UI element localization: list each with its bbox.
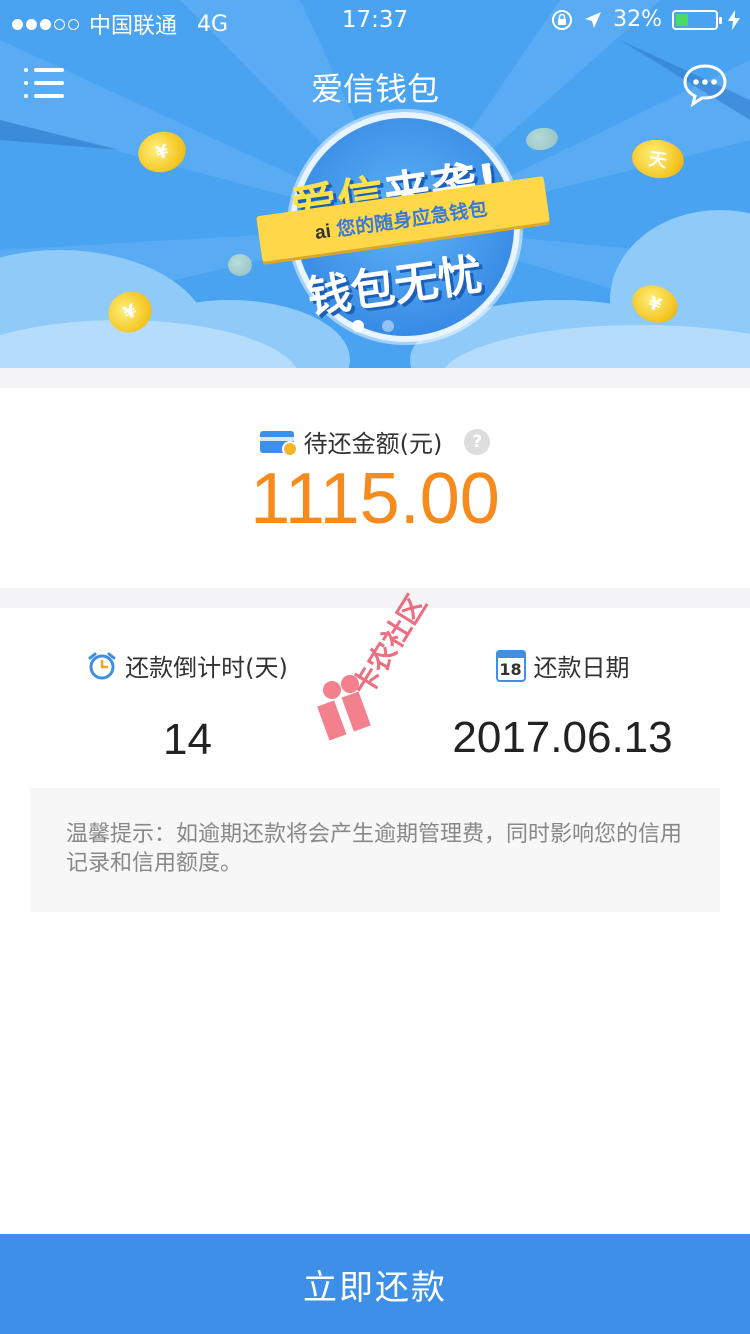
ai-logo-icon: ai <box>313 220 333 244</box>
calendar-icon: 18 <box>495 649 526 682</box>
repay-now-button[interactable]: 立即还款 <box>0 1234 750 1334</box>
amount-due-value: 1115.00 <box>250 459 500 539</box>
status-bar: 中国联通 4G 17:37 32% <box>0 0 750 40</box>
rotation-lock-icon <box>552 9 573 30</box>
watermark-logo: 卡农社区 <box>317 589 433 741</box>
countdown-label: 还款倒计时(天) <box>125 654 288 682</box>
warm-tip: 温馨提示：如逾期还款将会产生逾期管理费，同时影响您的信用记录和信用额度。 <box>30 788 720 912</box>
card-icon <box>259 430 298 457</box>
amount-due-header: 待还金额(元) ? <box>0 424 750 459</box>
help-icon[interactable]: ? <box>464 428 491 455</box>
battery-icon <box>672 9 722 30</box>
battery-percent: 32% <box>613 7 662 32</box>
watermark-text: 卡农社区 <box>346 589 433 701</box>
carousel-dot-1[interactable] <box>352 320 364 332</box>
location-arrow-icon <box>585 11 602 28</box>
due-date-label: 还款日期 <box>533 654 630 682</box>
amount-due-label: 待还金额(元) <box>303 430 443 458</box>
page-title: 爱信钱包 <box>310 70 439 108</box>
status-right: 32% <box>551 7 740 32</box>
carousel-indicator[interactable] <box>352 320 394 332</box>
carousel-dot-2[interactable] <box>382 320 394 332</box>
alarm-clock-icon <box>88 652 116 679</box>
promo-banner[interactable]: 中国联通 4G 17:37 32% 爱信钱包 ¥ ¥ 天 ¥ 爱信来袭! ai … <box>0 0 750 368</box>
countdown-header: 还款倒计时(天) <box>87 648 288 683</box>
chat-button[interactable] <box>682 62 728 108</box>
charging-bolt-icon <box>728 9 740 30</box>
chat-bubble-icon <box>683 64 727 108</box>
due-date-header: 18 还款日期 <box>495 648 630 683</box>
coin-icon <box>228 254 252 276</box>
amount-due-card: 待还金额(元) ? 1115.00 <box>0 388 750 588</box>
